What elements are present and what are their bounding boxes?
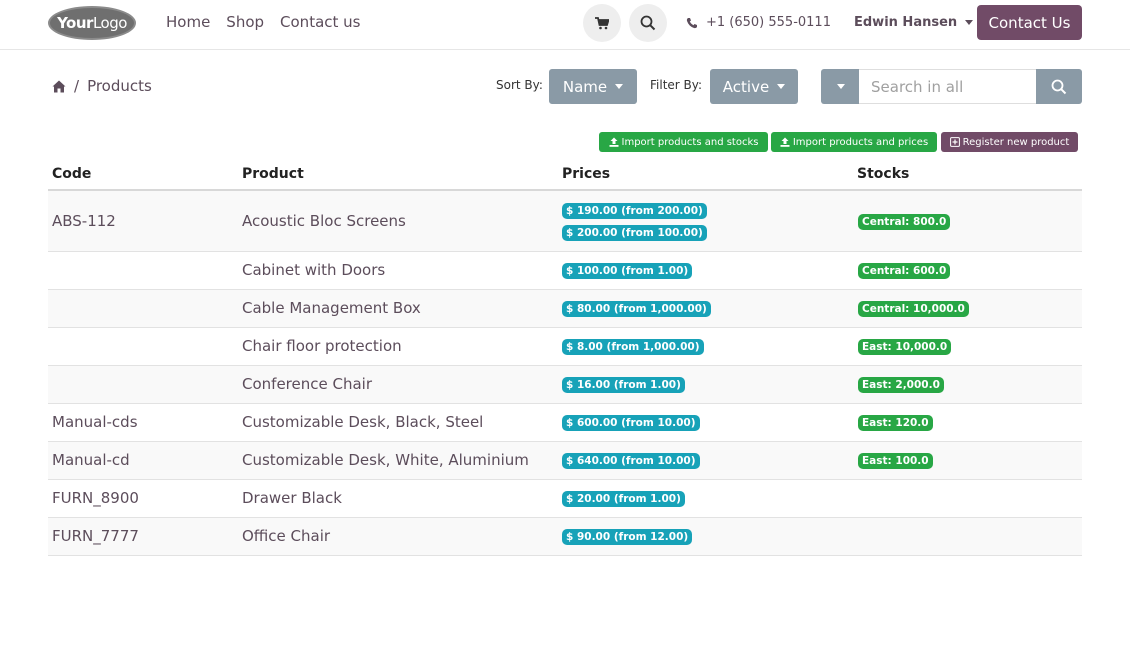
product-name[interactable]: Conference Chair <box>242 375 372 393</box>
price-badge: $ 640.00 (from 10.00) <box>562 453 700 469</box>
product-code: FURN_8900 <box>52 489 139 507</box>
product-code: FURN_7777 <box>52 527 139 545</box>
filter-label: Filter By: <box>650 78 703 92</box>
stock-badge: East: 2,000.0 <box>858 377 944 393</box>
nav-shop-link[interactable]: Shop <box>226 13 264 31</box>
search-icon <box>640 15 656 31</box>
price-badge: $ 600.00 (from 10.00) <box>562 415 700 431</box>
product-name[interactable]: Chair floor protection <box>242 337 402 355</box>
product-name[interactable]: Cabinet with Doors <box>242 261 385 279</box>
stock-badge: Central: 800.0 <box>858 214 951 230</box>
sort-dropdown[interactable]: Name <box>549 69 637 104</box>
price-badge: $ 190.00 (from 200.00) <box>562 203 707 219</box>
price-badge: $ 80.00 (from 1,000.00) <box>562 301 711 317</box>
top-navbar: Your Logo Home Shop Contact us +1 (650) 5… <box>0 0 1130 50</box>
phone-link[interactable]: +1 (650) 555-0111 <box>686 15 831 30</box>
search-input[interactable] <box>859 69 1037 104</box>
table-row[interactable]: FURN_7777 Office Chair $ 90.00 (from 12.00… <box>48 518 1082 556</box>
contact-us-button[interactable]: Contact Us <box>977 5 1082 40</box>
column-header-product: Product <box>242 166 304 182</box>
user-menu-dropdown[interactable]: Edwin Hansen <box>854 15 974 30</box>
price-badge: $ 90.00 (from 12.00) <box>562 529 693 545</box>
product-code: Manual-cds <box>52 413 138 431</box>
cart-button[interactable] <box>583 4 621 42</box>
product-code: Manual-cd <box>52 451 130 469</box>
breadcrumb-separator: / <box>74 77 80 95</box>
sort-value: Name <box>562 77 608 96</box>
import-prices-label: Import products and prices <box>792 136 929 148</box>
breadcrumb: / Products <box>52 77 152 95</box>
nav-home-link[interactable]: Home <box>166 13 210 31</box>
search-options-dropdown[interactable] <box>821 69 860 104</box>
shopping-cart-icon <box>595 16 609 29</box>
table-row[interactable]: Manual-cds Customizable Desk, Black, Stee… <box>48 404 1082 442</box>
price-badge: $ 20.00 (from 1.00) <box>562 491 685 507</box>
table-row[interactable]: Cabinet with Doors $ 100.00 (from 1.00) Ce… <box>48 252 1082 290</box>
phone-icon <box>686 17 697 28</box>
caret-down-icon <box>615 84 624 89</box>
logo-text-bold: Your <box>57 14 93 32</box>
brand-logo[interactable]: Your Logo <box>48 6 136 40</box>
main-menu: Home Shop Contact us <box>166 13 360 31</box>
nav-contact-link[interactable]: Contact us <box>280 13 360 31</box>
caret-down-icon <box>836 84 845 89</box>
column-header-prices: Prices <box>562 166 611 182</box>
home-icon[interactable] <box>52 80 66 93</box>
stock-badge: Central: 600.0 <box>858 263 951 279</box>
import-products-stocks-button[interactable]: Import products and stocks <box>599 132 768 152</box>
filter-dropdown[interactable]: Active <box>710 69 798 104</box>
table-row[interactable]: Chair floor protection $ 8.00 (from 1,000… <box>48 328 1082 366</box>
product-name[interactable]: Customizable Desk, Black, Steel <box>242 413 483 431</box>
register-label: Register new product <box>962 136 1070 148</box>
price-badge: $ 16.00 (from 1.00) <box>562 377 685 393</box>
search-toggle-button[interactable] <box>629 4 667 42</box>
price-badge: $ 100.00 (from 1.00) <box>562 263 693 279</box>
price-badge: $ 200.00 (from 100.00) <box>562 225 707 241</box>
product-name[interactable]: Customizable Desk, White, Aluminium <box>242 451 529 469</box>
product-name[interactable]: Drawer Black <box>242 489 342 507</box>
table-row[interactable]: FURN_8900 Drawer Black $ 20.00 (from 1.00) <box>48 480 1082 518</box>
product-name[interactable]: Cable Management Box <box>242 299 421 317</box>
caret-down-icon <box>965 20 974 25</box>
logo-text-light: Logo <box>92 14 127 32</box>
import-products-prices-button[interactable]: Import products and prices <box>771 132 937 152</box>
table-row[interactable]: Manual-cd Customizable Desk, White, Alumi… <box>48 442 1082 480</box>
column-header-stocks: Stocks <box>857 166 910 182</box>
stock-badge: East: 10,000.0 <box>858 339 952 355</box>
phone-number: +1 (650) 555-0111 <box>706 15 831 30</box>
caret-down-icon <box>777 84 786 89</box>
stock-badge: Central: 10,000.0 <box>858 301 969 317</box>
stock-badge: East: 120.0 <box>858 415 933 431</box>
sort-label: Sort By: <box>496 78 543 92</box>
stock-badge: East: 100.0 <box>858 453 933 469</box>
search-icon <box>1051 79 1067 94</box>
search-submit-button[interactable] <box>1036 69 1082 104</box>
upload-icon <box>609 137 619 147</box>
upload-icon <box>780 137 790 147</box>
plus-square-icon <box>949 137 960 147</box>
product-name[interactable]: Office Chair <box>242 527 330 545</box>
breadcrumb-current: Products <box>87 77 152 95</box>
table-row[interactable]: Conference Chair $ 16.00 (from 1.00) East:… <box>48 366 1082 404</box>
user-name: Edwin Hansen <box>854 15 958 30</box>
import-stocks-label: Import products and stocks <box>621 136 759 148</box>
filter-value: Active <box>722 77 770 96</box>
product-name[interactable]: Acoustic Bloc Screens <box>242 212 406 230</box>
register-new-product-button[interactable]: Register new product <box>941 132 1078 152</box>
table-row[interactable]: Cable Management Box $ 80.00 (from 1,000.… <box>48 290 1082 328</box>
table-row[interactable]: ABS-112 Acoustic Bloc Screens $ 190.00 (fr… <box>48 191 1082 252</box>
price-badge: $ 8.00 (from 1,000.00) <box>562 339 704 355</box>
product-code: ABS-112 <box>52 212 116 230</box>
column-header-code: Code <box>52 166 92 182</box>
